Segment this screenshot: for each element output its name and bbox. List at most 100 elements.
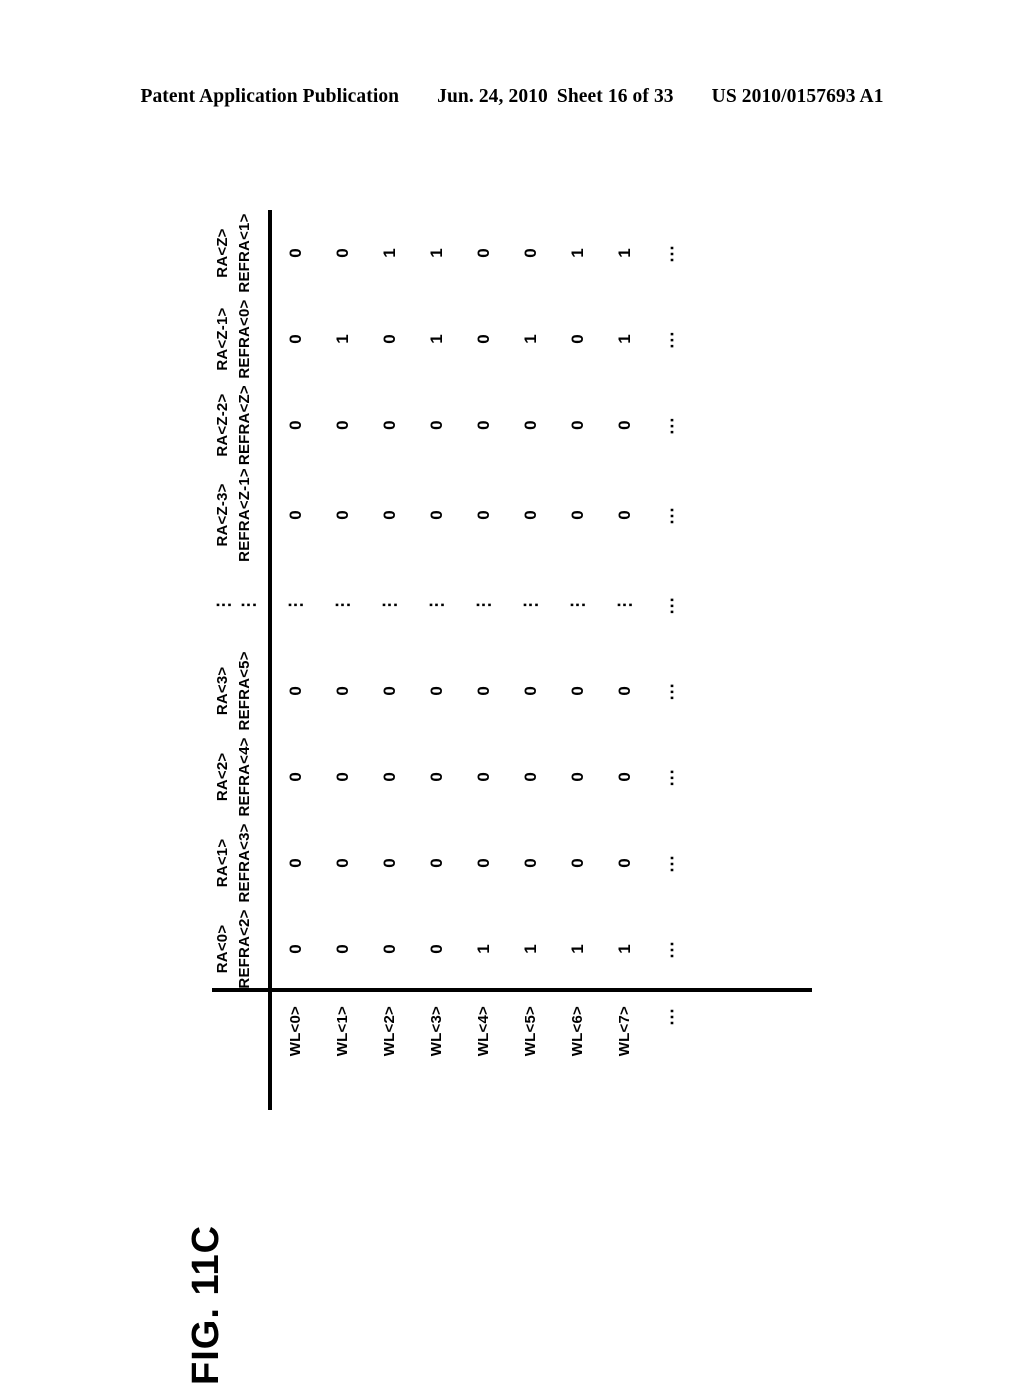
table-cell: 0 (427, 944, 447, 954)
table-cell: ⋮ (568, 596, 588, 614)
column-header-line1: ⋮ (214, 596, 233, 614)
column-header-0: RA<0> REFRA<2> (212, 906, 268, 992)
column-header-line2: REFRA<1> (235, 213, 253, 293)
table-cell: 0 (474, 772, 494, 782)
publication-date: Jun. 24, 2010 (437, 86, 548, 107)
column-header-line2: REFRA<Z-1> (235, 468, 253, 562)
table-cell: 0 (427, 686, 447, 696)
table-cell: 0 (474, 510, 494, 520)
table-cell: ⋮ (286, 596, 306, 614)
table-cell: 1 (333, 334, 353, 344)
table-cell: 0 (333, 772, 353, 782)
table-cell: 0 (286, 772, 306, 782)
table-cell: 1 (427, 334, 447, 344)
column-header-4: ⋮ ⋮ (212, 562, 268, 648)
column-header-6: RA<Z-2> REFRA<Z> (212, 382, 268, 468)
table-cell: 0 (286, 944, 306, 954)
row-label-7: WL<7> (616, 1006, 634, 1057)
column-header-1: RA<1> REFRA<3> (212, 820, 268, 906)
table-cell: ⋯ (661, 415, 682, 436)
table-cell: 0 (521, 858, 541, 868)
table-cell: 0 (474, 248, 494, 258)
column-header-line1: RA<Z-2> (214, 393, 231, 457)
table-cell: 0 (615, 858, 635, 868)
table-cell: 0 (286, 858, 306, 868)
table-cell: ⋮ (333, 596, 353, 614)
column-header-line1: RA<2> (214, 752, 231, 802)
table-cell: ⋮ (380, 596, 400, 614)
table-cell: 1 (521, 334, 541, 344)
table-cell: 0 (427, 420, 447, 430)
table-cell: 0 (568, 686, 588, 696)
column-header-line2: REFRA<5> (235, 651, 253, 731)
row-label-6: WL<6> (569, 1006, 587, 1057)
table-cell: 0 (568, 772, 588, 782)
row-label-2: WL<2> (381, 1006, 399, 1057)
table-cell: 0 (380, 858, 400, 868)
table-cell: ⋯ (661, 594, 682, 615)
table-cell: 0 (286, 420, 306, 430)
table-cell: 1 (474, 944, 494, 954)
patent-running-header: Patent Application Publication Jun. 24, … (0, 86, 1024, 108)
table-cell: ⋯ (661, 766, 682, 787)
table-cell: ⋮ (615, 596, 635, 614)
table-cell: 0 (286, 248, 306, 258)
table-cell: 1 (615, 944, 635, 954)
column-header-line1: RA<0> (214, 924, 231, 974)
column-header-line1: RA<3> (214, 666, 231, 716)
table-cell: 0 (333, 858, 353, 868)
table-cell: 0 (474, 858, 494, 868)
column-header-line1: RA<1> (214, 838, 231, 888)
row-label-1: WL<1> (334, 1006, 352, 1057)
column-header-line2: REFRA<2> (235, 909, 253, 989)
table-cell: 0 (474, 686, 494, 696)
table-cell: ⋮ (521, 596, 541, 614)
table-cell: 1 (380, 248, 400, 258)
table-cell: 0 (615, 510, 635, 520)
column-header-line2: ⋮ (238, 596, 258, 614)
column-header-line2: REFRA<Z> (235, 385, 253, 466)
table-cell: 1 (615, 334, 635, 344)
row-label-5: WL<5> (522, 1006, 540, 1057)
row-label-0: WL<0> (287, 1006, 305, 1057)
table-cell: 0 (380, 510, 400, 520)
table-cell: ⋯ (661, 243, 682, 264)
publication-label: Patent Application Publication (140, 86, 400, 107)
table-cell: 0 (333, 248, 353, 258)
table-cell: ⋮ (427, 596, 447, 614)
table-corner-cell (212, 992, 268, 1110)
table-cell: 0 (427, 772, 447, 782)
table-cell: 0 (380, 334, 400, 344)
table-cell: 0 (427, 858, 447, 868)
table-cell: 1 (427, 248, 447, 258)
table-cell: 0 (380, 420, 400, 430)
table-cell: 0 (286, 686, 306, 696)
column-header-3: RA<3> REFRA<5> (212, 648, 268, 734)
table-cell: 0 (333, 686, 353, 696)
table-cell: 0 (568, 858, 588, 868)
table-cell: 0 (380, 686, 400, 696)
table-cell: 0 (521, 772, 541, 782)
figure-label: FIG. 11C (185, 1224, 227, 1385)
table-cell: 0 (615, 772, 635, 782)
table-cell: 0 (568, 334, 588, 344)
table-cell: ⋯ (661, 938, 682, 959)
table-cell: 0 (286, 510, 306, 520)
table-cell: 0 (615, 420, 635, 430)
row-label-8: ⋯ (661, 1006, 682, 1026)
column-header-5: RA<Z-3> REFRA<Z-1> (212, 468, 268, 562)
table-cell: 0 (380, 772, 400, 782)
figure-11c-table-container: RA<0> REFRA<2> RA<1> REFRA<3> RA<2> REFRA<4> R… (212, 210, 812, 1110)
table-cell: 1 (568, 944, 588, 954)
table-cell: ⋯ (661, 504, 682, 525)
row-label-3: WL<3> (428, 1006, 446, 1057)
table-cell: 0 (286, 334, 306, 344)
table-cell: ⋯ (661, 680, 682, 701)
table-cell: ⋯ (661, 329, 682, 350)
table-cell: 0 (568, 420, 588, 430)
table-cell: 1 (615, 248, 635, 258)
table-cell: 0 (474, 420, 494, 430)
table-cell: 1 (521, 944, 541, 954)
column-header-line2: REFRA<0> (235, 299, 253, 379)
table-cell: 0 (521, 420, 541, 430)
